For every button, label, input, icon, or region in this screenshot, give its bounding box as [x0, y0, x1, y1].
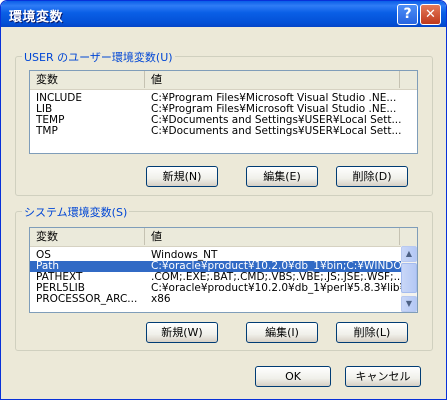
- window-title: 環境変数: [9, 10, 64, 25]
- scroll-thumb[interactable]: [401, 263, 417, 293]
- system-new-button[interactable]: 新規(W): [146, 322, 218, 343]
- system-variables-group: システム環境変数(S) 変数 値 OS Windows_NT Path C:¥ora…: [15, 204, 433, 351]
- variable-name: TMP: [36, 126, 58, 137]
- user-column-value[interactable]: 値: [145, 71, 400, 88]
- variable-value: Windows_NT: [151, 250, 218, 261]
- variable-name: LIB: [36, 104, 53, 115]
- user-list-header: 変数 値: [30, 71, 417, 90]
- variable-value: C:¥Program Files¥Microsoft Visual Studio…: [151, 93, 397, 104]
- variable-value: C:¥Documents and Settings¥USER¥Local Set…: [151, 115, 401, 126]
- scroll-up-icon[interactable]: ▲: [401, 246, 417, 262]
- system-column-value[interactable]: 値: [145, 228, 400, 245]
- variable-name: PERL5LIB: [36, 283, 85, 294]
- help-button[interactable]: ?: [397, 4, 418, 25]
- list-item[interactable]: PERL5LIB C:¥oracle¥product¥10.2.0¥db_1¥pe…: [30, 283, 403, 294]
- user-edit-button[interactable]: 編集(E): [246, 166, 318, 187]
- variable-value: x86: [151, 294, 171, 305]
- list-item-selected[interactable]: Path C:¥oracle¥product¥10.2.0¥db_1¥bin;C:…: [30, 261, 403, 272]
- variable-name: PROCESSOR_ARC...: [36, 294, 138, 305]
- list-item[interactable]: PROCESSOR_ARC... x86: [30, 294, 403, 305]
- variable-name: Path: [36, 261, 60, 272]
- system-edit-button[interactable]: 編集(I): [246, 322, 318, 343]
- system-delete-button[interactable]: 削除(L): [336, 322, 408, 343]
- user-delete-button[interactable]: 削除(D): [336, 166, 408, 187]
- user-column-variable[interactable]: 変数: [30, 71, 145, 88]
- system-list-header: 変数 値: [30, 228, 417, 247]
- list-item[interactable]: TEMP C:¥Documents and Settings¥USER¥Local…: [30, 115, 417, 126]
- variable-value: C:¥oracle¥product¥10.2.0¥db_1¥perl¥5.8.3…: [151, 283, 401, 294]
- system-column-variable[interactable]: 変数: [30, 228, 145, 245]
- user-variables-group: USER のユーザー環境変数(U) 変数 値 INCLUDE C:¥Program…: [15, 49, 433, 196]
- vertical-scrollbar[interactable]: ▲ ▼: [401, 246, 417, 312]
- variable-name: INCLUDE: [36, 93, 83, 104]
- user-variables-label: USER のユーザー環境変数(U): [22, 49, 175, 65]
- cancel-button[interactable]: キャンセル: [345, 366, 421, 387]
- variable-value: C:¥Documents and Settings¥USER¥Local Set…: [151, 126, 401, 137]
- variable-name: PATHEXT: [36, 272, 83, 283]
- close-button[interactable]: ✕: [420, 4, 441, 25]
- user-variables-list[interactable]: 変数 値 INCLUDE C:¥Program Files¥Microsoft V…: [29, 70, 418, 154]
- list-item[interactable]: LIB C:¥Program Files¥Microsoft Visual Stu…: [30, 104, 417, 115]
- variable-value: C:¥Program Files¥Microsoft Visual Studio…: [151, 104, 397, 115]
- list-item[interactable]: TMP C:¥Documents and Settings¥USER¥Local …: [30, 126, 417, 137]
- list-item[interactable]: OS Windows_NT: [30, 250, 417, 261]
- list-item[interactable]: INCLUDE C:¥Program Files¥Microsoft Visual…: [30, 93, 417, 104]
- user-new-button[interactable]: 新規(N): [146, 166, 218, 187]
- list-item[interactable]: PATHEXT .COM;.EXE;.BAT;.CMD;.VBS;.VBE;.JS…: [30, 272, 403, 283]
- variable-name: TEMP: [36, 115, 65, 126]
- system-variables-label: システム環境変数(S): [22, 204, 130, 220]
- title-bar[interactable]: 環境変数 ? ✕: [1, 1, 446, 27]
- scroll-down-icon[interactable]: ▼: [401, 296, 417, 312]
- variable-value: C:¥oracle¥product¥10.2.0¥db_1¥bin;C:¥WIN…: [151, 261, 401, 272]
- ok-button[interactable]: OK: [255, 366, 331, 387]
- variable-name: OS: [36, 250, 51, 261]
- variable-value: .COM;.EXE;.BAT;.CMD;.VBS;.VBE;.JS;.JSE;.…: [151, 272, 401, 283]
- environment-variables-dialog: 環境変数 ? ✕ USER のユーザー環境変数(U) 変数 値 INCLUDE C…: [0, 0, 447, 400]
- system-variables-list[interactable]: 変数 値 OS Windows_NT Path C:¥oracle¥product¥…: [29, 227, 418, 313]
